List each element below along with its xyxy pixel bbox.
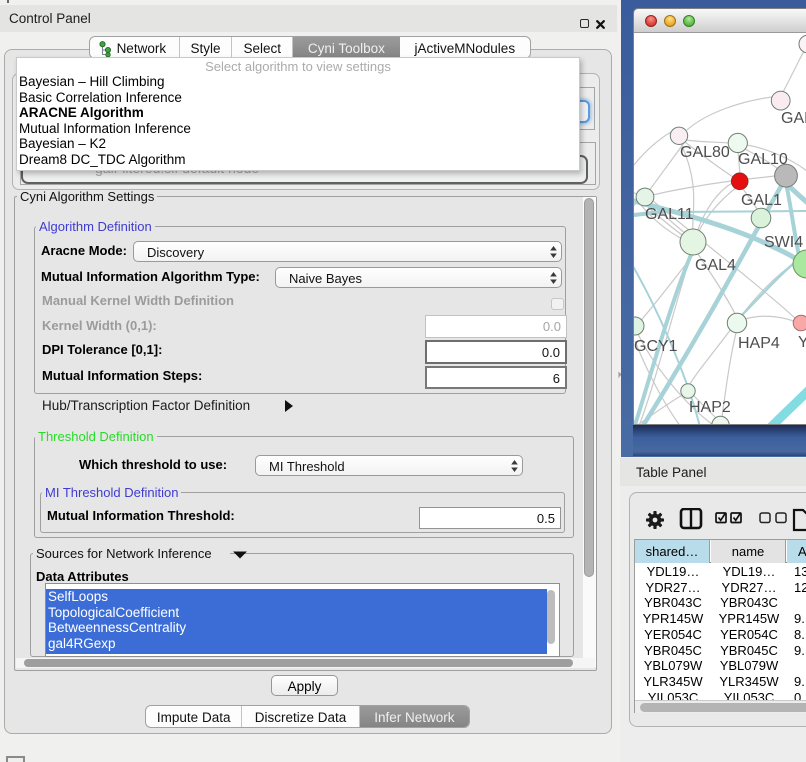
- svg-text:GAL10: GAL10: [738, 151, 788, 168]
- svg-text:GAL7: GAL7: [781, 110, 806, 127]
- svg-text:Y: Y: [798, 334, 806, 351]
- svg-text:GAL4: GAL4: [695, 257, 736, 274]
- svg-text:GCY1: GCY1: [634, 338, 678, 355]
- svg-text:GAL1: GAL1: [741, 192, 782, 209]
- svg-text:HAP4: HAP4: [738, 335, 780, 352]
- svg-text:HAP2: HAP2: [689, 399, 731, 416]
- svg-text:SWI4: SWI4: [764, 234, 803, 251]
- svg-text:GAL11: GAL11: [645, 206, 694, 223]
- svg-text:GAL80: GAL80: [680, 144, 730, 161]
